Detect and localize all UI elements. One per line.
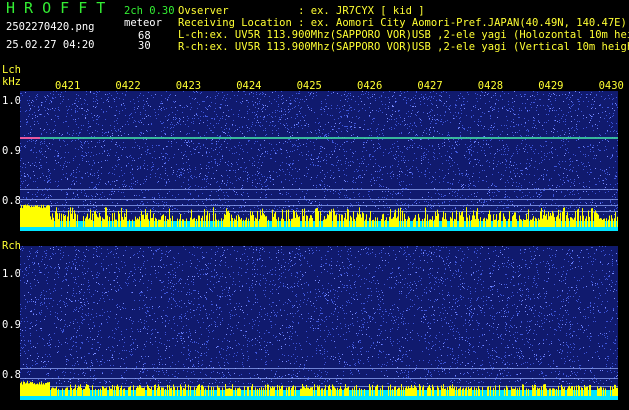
- count-r: 30: [138, 40, 151, 52]
- hrofft-screen: { "header": { "app_title": "H R O F F T"…: [0, 0, 629, 410]
- app-title: H R O F F T: [6, 0, 106, 17]
- rch-label: Rch: [2, 240, 21, 252]
- observer-line: Ovserver : ex. JR7CYX [ kid ]: [178, 5, 425, 17]
- lch-spectrogram-canvas: [20, 91, 618, 231]
- rch-ytick-2: 0.9: [2, 319, 21, 331]
- meteor-label: meteor: [124, 17, 162, 29]
- rch-ytick-3: 0.8: [2, 369, 21, 381]
- channel-info: 2ch 0.30: [124, 5, 175, 17]
- lch-unit: kHz: [2, 76, 21, 88]
- lch-spectrogram: [20, 91, 618, 231]
- rch-spectrogram-canvas: [20, 246, 618, 400]
- location-line: Receiving Location : ex. Aomori City Aom…: [178, 17, 627, 29]
- lch-description: L-ch:ex. UV5R 113.900Mhz(SAPPORO VOR)USB…: [178, 29, 629, 41]
- rch-ytick-1: 1.0: [2, 268, 21, 280]
- lch-ytick-1: 1.0: [2, 95, 21, 107]
- filename-label: 2502270420.png: [6, 21, 95, 33]
- datetime-label: 25.02.27 04:20: [6, 39, 95, 51]
- rch-spectrogram: [20, 246, 618, 400]
- lch-label: Lch: [2, 64, 21, 76]
- lch-ytick-3: 0.8: [2, 195, 21, 207]
- lch-ytick-2: 0.9: [2, 145, 21, 157]
- rch-description: R-ch:ex. UV5R 113.900Mhz(SAPPORO VOR)USB…: [178, 41, 629, 53]
